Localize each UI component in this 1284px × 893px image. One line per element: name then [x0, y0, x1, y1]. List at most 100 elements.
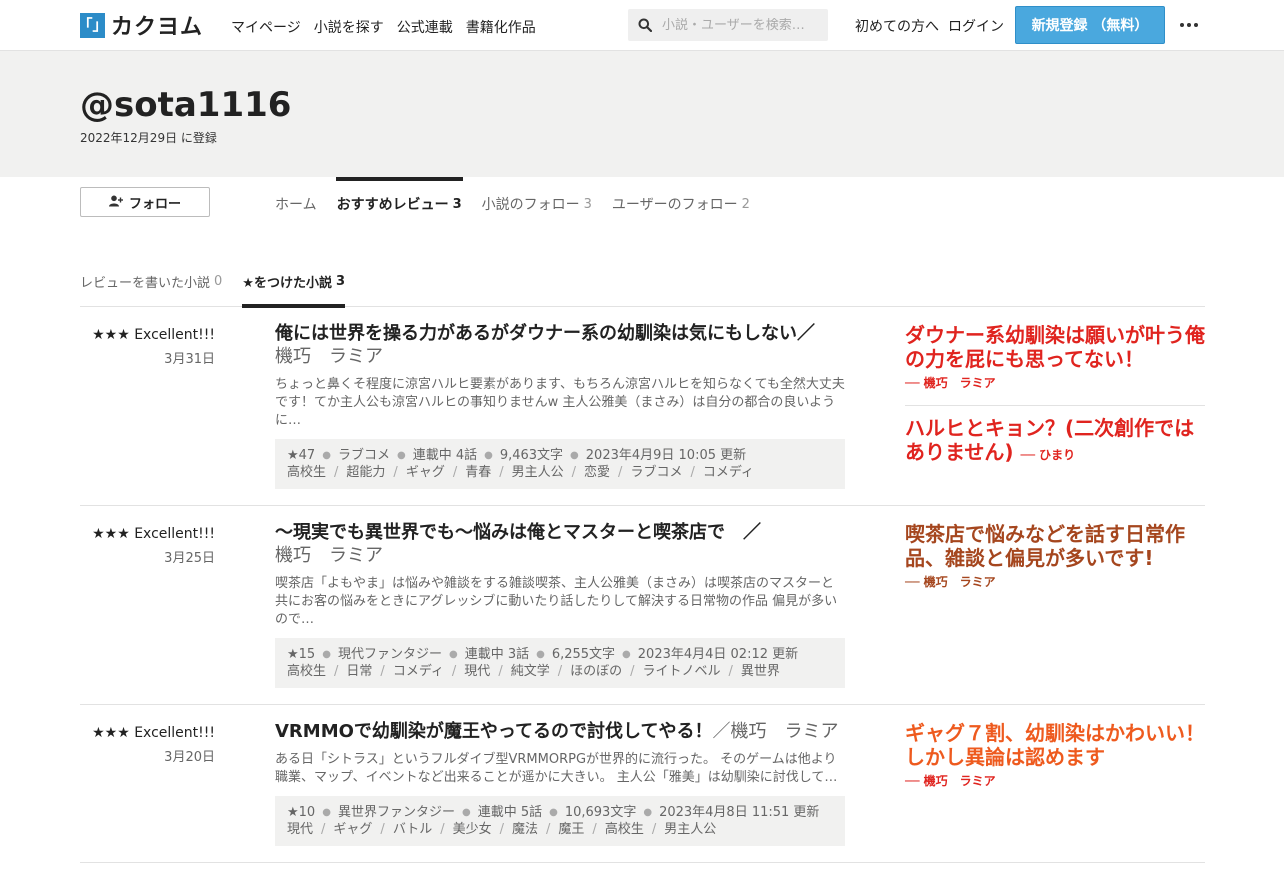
- work-title[interactable]: VRMMOで幼馴染が魔王やってるので討伐してやる！／機巧 ラミア: [275, 720, 845, 743]
- meta-updated: 2023年4月9日 10:05 更新: [585, 448, 747, 463]
- work-info: 俺には世界を操る力があるがダウナー系の幼馴染は気にもしない／ 機巧 ラミア ちょっ…: [275, 322, 845, 489]
- add-user-icon: [108, 195, 123, 210]
- tag[interactable]: 男主人公: [512, 465, 564, 480]
- work-description: ちょっと鼻くそ程度に涼宮ハルヒ要素があります、もちろん涼宮ハルヒを知らなくても全…: [275, 377, 845, 428]
- tag[interactable]: 魔王: [558, 822, 584, 837]
- meta-status: 連載中 4話: [412, 448, 478, 463]
- nav-books[interactable]: 書籍化作品: [466, 17, 536, 37]
- logo-mark: 「」: [78, 12, 108, 38]
- rating: ★★★ Excellent!!! 3月20日: [92, 725, 215, 765]
- review-list: ダウナー系幼馴染は願いが叶う俺の力を屁にも思ってない！ ── 機巧 ラミア ハル…: [905, 323, 1205, 467]
- tag[interactable]: 超能力: [346, 465, 385, 480]
- divider: [905, 405, 1205, 406]
- review-title: ギャグ７割、幼馴染はかわいい！しかし異論は認めます: [905, 721, 1205, 769]
- review-author: ── ひまり: [1020, 448, 1076, 462]
- tag[interactable]: 高校生: [287, 664, 326, 679]
- follow-button[interactable]: フォロー: [80, 187, 210, 217]
- tab-user-follows[interactable]: ユーザーのフォロー 2: [612, 177, 750, 229]
- work-author[interactable]: 機巧 ラミア: [275, 346, 383, 367]
- star-rating: ★★★ Excellent!!!: [92, 327, 215, 343]
- subtab-count: 0: [214, 274, 223, 289]
- nav-official-series[interactable]: 公式連載: [397, 17, 453, 37]
- tag[interactable]: ほのぼの: [570, 664, 622, 679]
- tag[interactable]: 高校生: [287, 465, 326, 480]
- tag-list: 高校生 / 超能力 / ギャグ / 青春 / 男主人公 / 恋愛 / ラブコメ / コメディ: [287, 465, 754, 480]
- review-author: ── 機巧 ラミア: [905, 575, 996, 589]
- tab-count: 3: [583, 196, 592, 212]
- meta-status: 連載中 5話: [477, 805, 543, 820]
- review-card[interactable]: ダウナー系幼馴染は願いが叶う俺の力を屁にも思ってない！ ── 機巧 ラミア: [905, 323, 1205, 391]
- review-card[interactable]: ハルヒとキョン？(二次創作ではありません) ── ひまり: [905, 416, 1205, 467]
- tag[interactable]: ライトノベル: [643, 664, 721, 679]
- work-description: 喫茶店「よもやま」は悩みや雑談をする雑談喫茶、主人公雅美（まさみ）は喫茶店のマス…: [275, 576, 838, 627]
- tag[interactable]: コメディ: [393, 664, 444, 679]
- meta-genre[interactable]: ラブコメ: [338, 448, 390, 463]
- more-menu-icon[interactable]: [1176, 14, 1202, 36]
- meta-genre[interactable]: 現代ファンタジー: [338, 647, 442, 662]
- tag[interactable]: 現代: [287, 822, 313, 837]
- tag[interactable]: 純文学: [511, 664, 550, 679]
- search-box[interactable]: [628, 9, 828, 41]
- work-title[interactable]: 俺には世界を操る力があるがダウナー系の幼馴染は気にもしない／ 機巧 ラミア: [275, 322, 845, 368]
- list-item: ★★★ Excellent!!! 3月25日 ～現実でも異世界でも～悩みは俺とマ…: [80, 506, 1205, 705]
- tag[interactable]: バトル: [393, 822, 432, 837]
- rating: ★★★ Excellent!!! 3月25日: [92, 526, 215, 566]
- intro-link[interactable]: 初めての方へ: [855, 16, 939, 36]
- tag[interactable]: ギャグ: [333, 822, 372, 837]
- tag[interactable]: 魔法: [512, 822, 538, 837]
- tag[interactable]: 青春: [465, 465, 491, 480]
- logo-text: カクヨム: [111, 15, 204, 40]
- subtab-reviewed-novels[interactable]: レビューを書いた小説 0: [80, 258, 222, 307]
- review-card[interactable]: 喫茶店で悩みなどを話す日常作品、雑談と偏見が多いです! ── 機巧 ラミア: [905, 522, 1205, 590]
- user-name: @sota1116: [80, 85, 292, 125]
- work-info: ～現実でも異世界でも～悩みは俺とマスターと喫茶店で ／機巧 ラミア 喫茶店「よも…: [275, 521, 845, 688]
- tag-list: 高校生 / 日常 / コメディ / 現代 / 純文学 / ほのぼの / ライトノベル / 異世界: [287, 664, 780, 679]
- work-info: VRMMOで幼馴染が魔王やってるので討伐してやる！／機巧 ラミア ある日「シトラ…: [275, 720, 845, 846]
- rating-date: 3月20日: [164, 750, 215, 765]
- meta-updated: 2023年4月8日 11:51 更新: [659, 805, 820, 820]
- review-card[interactable]: ギャグ７割、幼馴染はかわいい！しかし異論は認めます ── 機巧 ラミア: [905, 721, 1205, 789]
- tag[interactable]: ギャグ: [406, 465, 445, 480]
- subtab-count: 3: [335, 274, 345, 289]
- tag[interactable]: 高校生: [605, 822, 644, 837]
- tab-recommended-reviews[interactable]: おすすめレビュー 3: [335, 177, 463, 229]
- tag[interactable]: 男主人公: [664, 822, 716, 837]
- meta-chars: 9,463文字: [499, 448, 564, 463]
- site-logo[interactable]: 「」 カクヨム: [78, 12, 204, 40]
- tag[interactable]: 日常: [346, 664, 372, 679]
- meta-chars: 10,693文字: [564, 805, 637, 820]
- registered-date: 2022年12月29日 に登録: [80, 131, 217, 145]
- tag[interactable]: 現代: [464, 664, 490, 679]
- tag[interactable]: 美少女: [453, 822, 492, 837]
- rating-date: 3月31日: [164, 352, 215, 367]
- tab-home[interactable]: ホーム: [275, 177, 317, 229]
- review-title: ハルヒとキョン？(二次創作ではありません) ── ひまり: [905, 416, 1195, 464]
- tag[interactable]: コメディ: [703, 465, 754, 480]
- profile-tabs: ホーム おすすめレビュー 3 小説のフォロー 3 ユーザーのフォロー 2: [275, 177, 750, 229]
- review-author: ── 機巧 ラミア: [905, 376, 996, 390]
- subtab-starred-novels[interactable]: ★をつけた小説 3: [242, 258, 345, 308]
- work-author[interactable]: ／機巧 ラミア: [712, 721, 838, 742]
- work-title[interactable]: ～現実でも異世界でも～悩みは俺とマスターと喫茶店で ／機巧 ラミア: [275, 521, 845, 567]
- review-title: 喫茶店で悩みなどを話す日常作品、雑談と偏見が多いです!: [905, 522, 1185, 570]
- review-title: ダウナー系幼馴染は願いが叶う俺の力を屁にも思ってない！: [905, 323, 1205, 371]
- meta-genre[interactable]: 異世界ファンタジー: [338, 805, 455, 820]
- login-link[interactable]: ログイン: [948, 16, 1004, 36]
- search-input[interactable]: [662, 17, 822, 33]
- signup-button[interactable]: 新規登録 （無料）: [1015, 6, 1165, 44]
- review-author: ── 機巧 ラミア: [905, 774, 996, 788]
- list-item: ★★★ Excellent!!! 3月20日 VRMMOで幼馴染が魔王やってるの…: [80, 705, 1205, 863]
- tab-novel-follows[interactable]: 小説のフォロー 3: [482, 177, 592, 229]
- search-icon: [628, 18, 662, 32]
- meta-updated: 2023年4月4日 02:12 更新: [637, 647, 799, 662]
- review-list: 喫茶店で悩みなどを話す日常作品、雑談と偏見が多いです! ── 機巧 ラミア: [905, 522, 1205, 590]
- nav-mypage[interactable]: マイページ: [231, 17, 301, 37]
- nav-find-novels[interactable]: 小説を探す: [314, 17, 384, 37]
- work-author[interactable]: 機巧 ラミア: [275, 545, 383, 566]
- tag[interactable]: 恋愛: [584, 465, 610, 480]
- meta-stars: ★15: [287, 647, 316, 662]
- tag[interactable]: ラブコメ: [630, 465, 682, 480]
- tag[interactable]: 異世界: [741, 664, 780, 679]
- rating: ★★★ Excellent!!! 3月31日: [92, 327, 215, 367]
- meta-status: 連載中 3話: [464, 647, 530, 662]
